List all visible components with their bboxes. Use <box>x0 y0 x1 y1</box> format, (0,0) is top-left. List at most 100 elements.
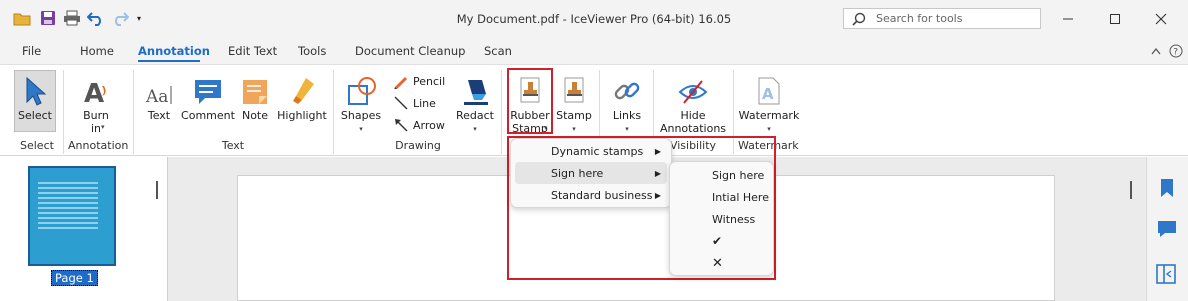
highlight-button[interactable]: Highlight <box>276 72 328 122</box>
arrow-button[interactable]: Arrow <box>392 117 445 133</box>
pencil-icon <box>394 77 407 89</box>
stamp-icon <box>564 77 584 103</box>
rubber-stamp-highlight-box <box>507 68 553 134</box>
submenu-arrow-icon: ▶ <box>654 146 661 156</box>
watermark-label: Watermark <box>738 109 800 122</box>
menu-item-label: Dynamic stamps <box>551 144 644 158</box>
arrow-label: Arrow <box>413 118 445 132</box>
maximize-button[interactable] <box>1106 10 1124 28</box>
hide-annotations-button[interactable]: Hide Annotations <box>658 72 728 135</box>
search-input[interactable]: Search for tools <box>843 8 1041 29</box>
text-icon: Aa <box>145 86 172 106</box>
svg-text:?: ? <box>1173 48 1178 58</box>
shapes-button[interactable]: Shapes ▾ <box>340 72 382 136</box>
watermark-button[interactable]: A Watermark ▾ <box>738 72 800 136</box>
cursor-icon <box>26 76 47 106</box>
line-label: Line <box>413 96 436 110</box>
burn-in-label-2: in <box>90 122 102 135</box>
burn-in-icon: A <box>84 79 106 106</box>
search-placeholder: Search for tools <box>876 12 963 25</box>
select-button[interactable]: Select <box>14 72 56 122</box>
comments-panel-icon[interactable] <box>1156 218 1178 240</box>
menu-item-dynamic-stamps[interactable]: Dynamic stamps ▶ <box>515 140 667 162</box>
highlight-label: Highlight <box>277 109 327 122</box>
tab-scan[interactable]: Scan <box>484 44 512 58</box>
submenu-item-label: Sign here <box>712 168 765 182</box>
submenu-item-checkmark[interactable]: ✔ <box>674 230 769 252</box>
tab-home[interactable]: Home <box>80 44 114 58</box>
hide-annotations-label-1: Hide <box>680 109 706 122</box>
comment-button[interactable]: Comment <box>181 72 235 122</box>
pencil-button[interactable]: Pencil <box>392 73 445 89</box>
watermark-icon: A <box>758 77 780 105</box>
submenu-item-sign-here[interactable]: Sign here <box>674 164 769 186</box>
pencil-label: Pencil <box>413 74 446 88</box>
comment-label: Comment <box>181 109 235 122</box>
links-button[interactable]: Links ▾ <box>606 72 648 136</box>
submenu-item-label: Intial Here <box>712 190 769 204</box>
group-text: Text <box>221 139 245 152</box>
link-icon <box>614 82 640 100</box>
search-icon <box>852 12 866 26</box>
group-drawing: Drawing <box>395 139 441 152</box>
line-button[interactable]: Line <box>392 95 436 111</box>
tab-tools[interactable]: Tools <box>298 44 326 58</box>
svg-text:Aa: Aa <box>145 87 168 106</box>
svg-text:A: A <box>762 85 774 103</box>
hide-annotations-label-2: Annotations <box>659 122 727 135</box>
select-label: Select <box>18 109 52 122</box>
bookmark-icon[interactable] <box>1156 177 1178 199</box>
shapes-label: Shapes <box>340 109 382 122</box>
tab-file[interactable]: File <box>22 44 41 58</box>
line-icon <box>394 96 408 110</box>
group-annotation: Annotation <box>68 139 129 152</box>
svg-text:A: A <box>84 79 104 106</box>
submenu-item-cross[interactable]: ✕ <box>674 252 769 274</box>
note-button[interactable]: Note <box>240 72 270 122</box>
menu-item-label: Standard business <box>551 188 653 202</box>
highlighter-icon <box>293 78 314 104</box>
help-icon[interactable]: ? <box>1168 43 1184 59</box>
burn-in-button[interactable]: A Burn in ▾ <box>74 72 118 135</box>
text-label: Text <box>147 109 171 122</box>
redact-button[interactable]: Redact ▾ <box>454 72 496 136</box>
vertical-scrollbar-thumb[interactable] <box>1130 181 1132 199</box>
thumbnail-text-lines <box>38 182 98 232</box>
checkmark-icon: ✔ <box>712 234 723 248</box>
page-thumbnail-label: Page 1 <box>51 270 98 286</box>
close-button[interactable] <box>1152 10 1170 28</box>
tab-edit-text[interactable]: Edit Text <box>228 44 277 58</box>
cross-icon: ✕ <box>712 255 723 271</box>
sign-here-submenu: Sign here Intial Here Witness ✔ ✕ <box>669 161 774 276</box>
rubber-stamp-menu: Dynamic stamps ▶ Sign here ▶ Standard bu… <box>510 138 672 208</box>
links-label: Links <box>612 109 642 122</box>
burn-in-label-1: Burn <box>83 109 109 122</box>
note-icon <box>243 80 267 104</box>
menu-item-standard-business[interactable]: Standard business ▶ <box>515 184 667 206</box>
stamp-label: Stamp <box>556 109 592 122</box>
hide-eye-icon <box>678 80 708 104</box>
minimize-button[interactable] <box>1059 10 1077 28</box>
menu-item-sign-here[interactable]: Sign here ▶ <box>515 162 667 184</box>
shapes-icon <box>348 77 376 105</box>
note-label: Note <box>241 109 269 122</box>
collapse-ribbon-icon[interactable] <box>1149 43 1163 59</box>
stamp-button[interactable]: Stamp ▾ <box>556 72 592 136</box>
text-button[interactable]: Aa Text <box>144 72 174 122</box>
redact-icon <box>464 80 488 105</box>
submenu-item-label: Witness <box>712 212 756 226</box>
submenu-arrow-icon: ▶ <box>654 168 661 178</box>
submenu-arrow-icon: ▶ <box>654 190 661 200</box>
submenu-item-initial-here[interactable]: Intial Here <box>674 186 769 208</box>
tab-document-cleanup[interactable]: Document Cleanup <box>355 44 465 58</box>
submenu-item-witness[interactable]: Witness <box>674 208 769 230</box>
comment-icon <box>195 80 221 104</box>
group-select: Select <box>20 139 54 152</box>
panel-splitter[interactable] <box>156 181 158 199</box>
menu-item-label: Sign here <box>551 166 604 180</box>
layout-panel-icon[interactable] <box>1154 262 1178 286</box>
tab-annotation[interactable]: Annotation <box>138 44 210 58</box>
redact-label: Redact <box>455 109 494 122</box>
arrow-icon <box>395 119 408 132</box>
active-tab-indicator <box>138 60 200 62</box>
